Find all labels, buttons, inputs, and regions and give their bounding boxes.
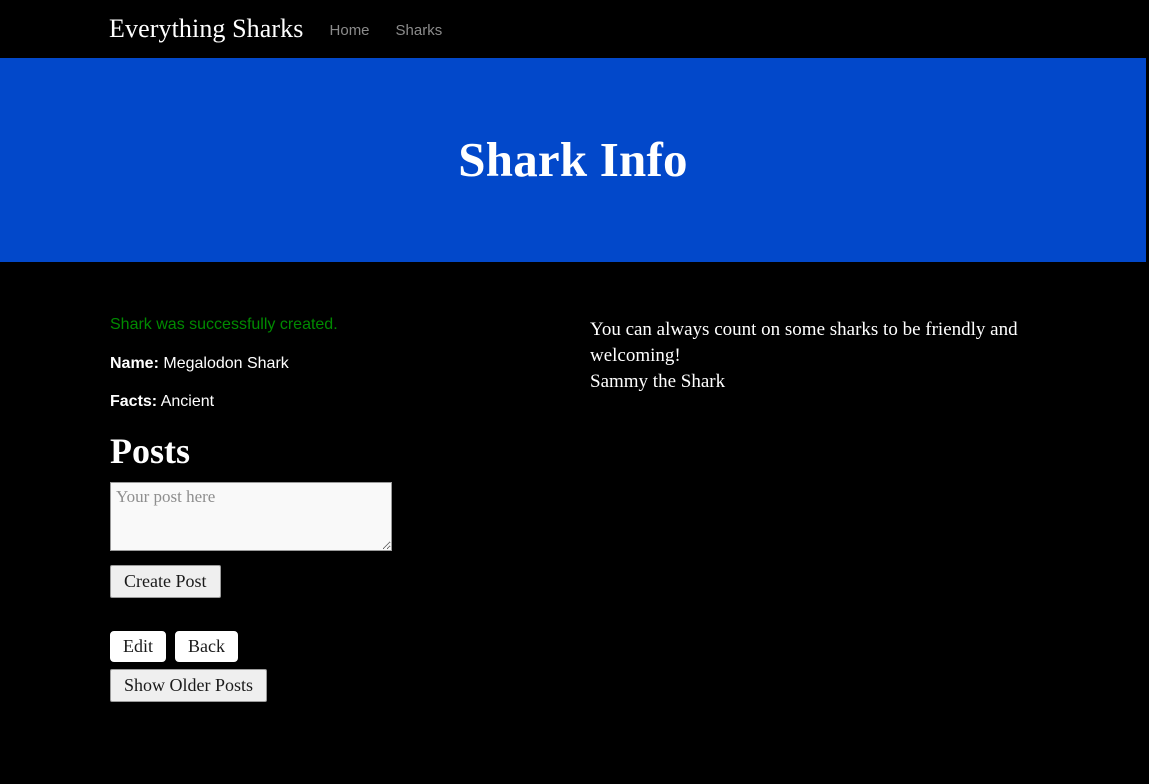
hero-banner: Shark Info xyxy=(0,58,1146,262)
back-button[interactable]: Back xyxy=(175,631,238,662)
field-facts: Facts: Ancient xyxy=(110,392,540,411)
field-facts-value: Ancient xyxy=(160,393,215,410)
navbar-brand[interactable]: Everything Sharks xyxy=(109,14,304,44)
page-root: Everything Sharks Home Sharks Shark Info… xyxy=(0,0,1149,784)
posts-heading: Posts xyxy=(110,431,190,471)
post-textarea[interactable] xyxy=(110,482,392,551)
quote-column: You can always count on some sharks to b… xyxy=(590,317,1050,395)
quote-author: Sammy the Shark xyxy=(590,371,726,392)
older-posts-row: Show Older Posts xyxy=(110,669,540,702)
field-name-label: Name: xyxy=(110,355,159,372)
nav-link-home[interactable]: Home xyxy=(330,22,370,40)
navbar-links: Home Sharks xyxy=(330,22,443,40)
action-links-row: Edit Back xyxy=(110,631,540,662)
shark-quote: You can always count on some sharks to b… xyxy=(590,317,1050,395)
success-notice: Shark was successfully created. xyxy=(110,316,338,333)
page-title: Shark Info xyxy=(458,132,688,187)
field-facts-label: Facts: xyxy=(110,393,158,410)
create-post-row: Create Post xyxy=(110,565,540,598)
show-older-posts-button[interactable]: Show Older Posts xyxy=(110,669,268,702)
nav-link-sharks[interactable]: Sharks xyxy=(396,22,443,40)
shark-details-column: Shark was successfully created. Name: Me… xyxy=(110,315,540,702)
field-name-value: Megalodon Shark xyxy=(163,355,289,372)
field-name: Name: Megalodon Shark xyxy=(110,354,540,373)
navbar: Everything Sharks Home Sharks xyxy=(0,0,1149,58)
quote-text: You can always count on some sharks to b… xyxy=(590,319,1018,366)
main-content: Shark was successfully created. Name: Me… xyxy=(0,262,1146,784)
edit-button[interactable]: Edit xyxy=(110,631,166,662)
create-post-button[interactable]: Create Post xyxy=(110,565,221,598)
